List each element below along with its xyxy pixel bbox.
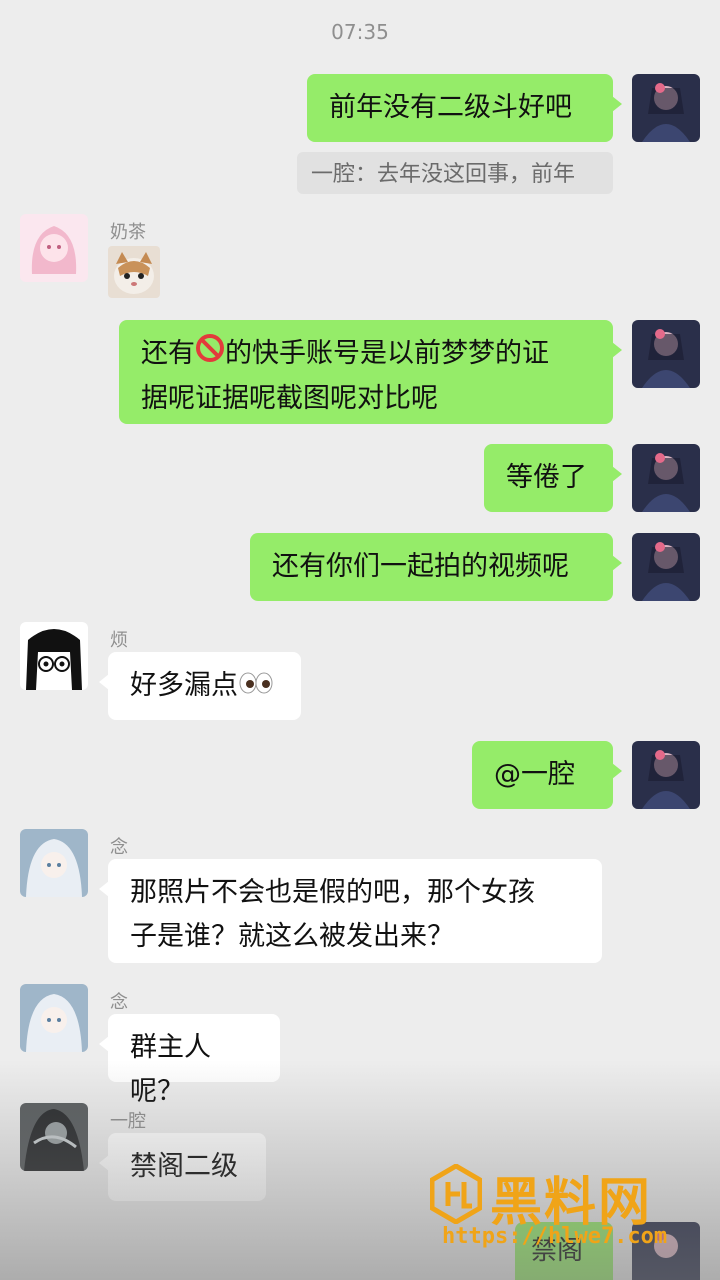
message-bubble-self[interactable]: 还有 的快手账号是以前梦梦的证 据呢证据呢截图呢对比呢 xyxy=(119,320,622,424)
watermark-logo-icon xyxy=(430,1164,482,1224)
self-avatar[interactable] xyxy=(632,444,700,512)
self-avatar[interactable] xyxy=(632,74,700,142)
sender-name: 奶茶 xyxy=(110,222,146,243)
message-bubble-self[interactable]: @一腔 xyxy=(472,741,622,809)
message-text: 那照片不会也是假的吧，那个女孩 xyxy=(130,877,535,908)
quoted-text: 一腔：去年没这回事，前年 xyxy=(311,162,576,187)
message-bubble-member[interactable]: 那照片不会也是假的吧，那个女孩 子是谁？就这么被发出来？ xyxy=(99,859,602,963)
message-text: 还有你们一起拍的视频呢 xyxy=(272,551,569,582)
member-avatar-fan[interactable] xyxy=(20,622,88,690)
self-avatar[interactable] xyxy=(632,741,700,809)
sender-name: 念 xyxy=(110,992,128,1013)
message-text: 还有 xyxy=(141,338,195,369)
message-text: 前年没有二级斗好吧 xyxy=(329,92,572,123)
message-text: 群主人呢？ xyxy=(130,1032,211,1107)
member-avatar-yiqiang[interactable] xyxy=(20,1103,88,1171)
quoted-reply[interactable]: 一腔：去年没这回事，前年 xyxy=(297,152,613,194)
message-bubble-member[interactable]: 禁阁二级 xyxy=(99,1133,266,1201)
sender-name: 念 xyxy=(110,837,128,858)
message-text: @一腔 xyxy=(494,759,575,790)
message-text: 据呢证据呢截图呢对比呢 xyxy=(141,382,438,414)
message-text: 的快手账号是以前梦梦的证 xyxy=(225,338,549,369)
self-avatar[interactable] xyxy=(632,533,700,601)
member-avatar-naicha[interactable] xyxy=(20,214,88,282)
chat-timestamp: 07:35 xyxy=(331,20,389,44)
watermark: 黑料网 https://hlwe7.com xyxy=(430,1160,710,1260)
message-text: 禁阁二级 xyxy=(130,1151,238,1182)
sender-name: 一腔 xyxy=(110,1111,146,1132)
message-text: 子是谁？就这么被发出来？ xyxy=(130,921,454,952)
message-bubble-self[interactable]: 前年没有二级斗好吧 xyxy=(307,74,622,142)
eyes-emoji-icon xyxy=(238,665,274,709)
prohibited-icon xyxy=(195,333,225,377)
message-text: 好多漏点 xyxy=(130,670,238,701)
sender-name: 烦 xyxy=(110,630,128,651)
message-text: 等倦了 xyxy=(506,462,587,493)
member-avatar-nian[interactable] xyxy=(20,984,88,1052)
cat-sticker[interactable] xyxy=(108,246,160,298)
watermark-url: https://hlwe7.com xyxy=(442,1224,668,1249)
message-bubble-member[interactable]: 群主人呢？ xyxy=(99,1014,280,1107)
message-bubble-member[interactable]: 好多漏点 xyxy=(99,652,301,720)
self-avatar[interactable] xyxy=(632,320,700,388)
member-avatar-nian[interactable] xyxy=(20,829,88,897)
message-bubble-self[interactable]: 等倦了 xyxy=(484,444,622,512)
message-bubble-self[interactable]: 还有你们一起拍的视频呢 xyxy=(250,533,622,601)
